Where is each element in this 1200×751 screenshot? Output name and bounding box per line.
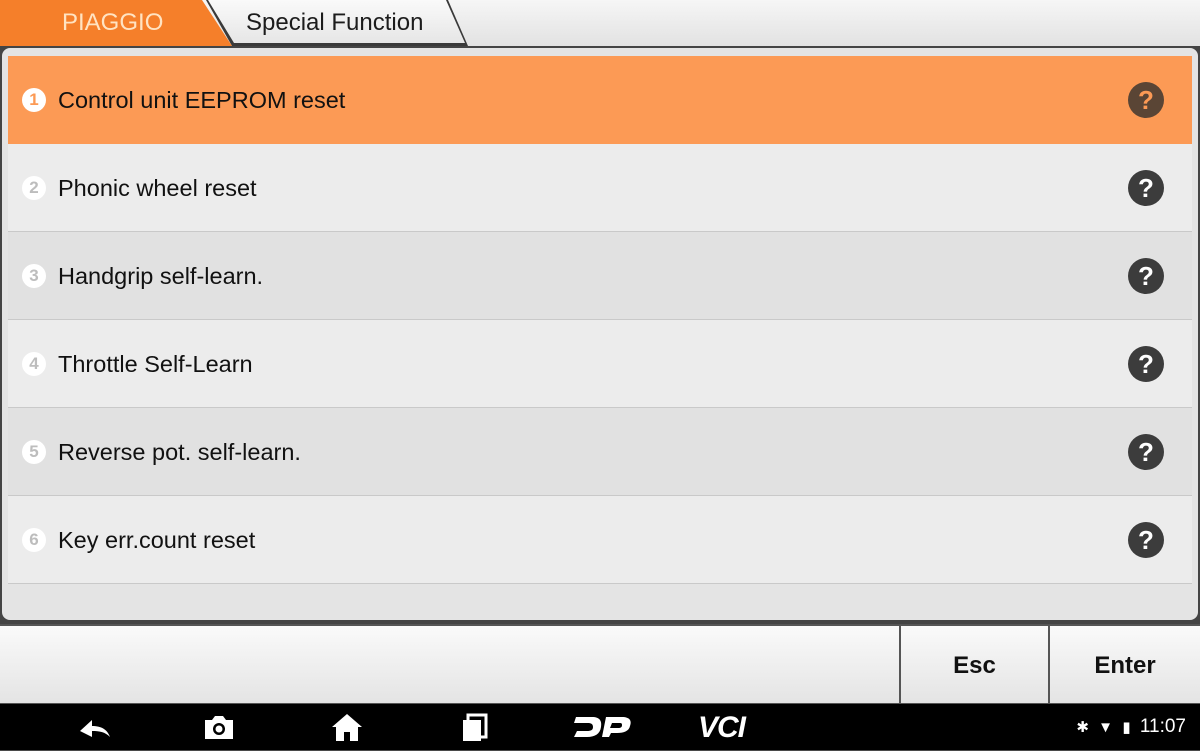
item-label: Control unit EEPROM reset bbox=[58, 87, 346, 113]
bluetooth-icon: ✱ bbox=[1076, 719, 1089, 736]
breadcrumb-brand[interactable]: PIAGGIO bbox=[0, 0, 232, 46]
vci-icon[interactable]: VCI bbox=[698, 708, 746, 748]
item-label: Key err.count reset bbox=[58, 527, 256, 553]
status-bar: ✱ ▼ ▮ 11:07 bbox=[1076, 704, 1186, 750]
item-number: 6 bbox=[22, 528, 46, 552]
list-item-handgrip-self-learn[interactable]: 3 Handgrip self-learn. ? bbox=[8, 232, 1192, 320]
breadcrumb-brand-label: PIAGGIO bbox=[62, 9, 164, 36]
help-icon[interactable]: ? bbox=[1128, 258, 1164, 294]
wifi-icon: ▼ bbox=[1098, 719, 1114, 736]
enter-button[interactable]: Enter bbox=[1050, 626, 1200, 703]
item-label: Throttle Self-Learn bbox=[58, 351, 253, 377]
function-list-panel: 1 Control unit EEPROM reset ? 2 Phonic w… bbox=[0, 46, 1200, 624]
breadcrumb: PIAGGIO Special Function bbox=[0, 0, 1200, 46]
help-icon[interactable]: ? bbox=[1128, 170, 1164, 206]
action-bar-spacer bbox=[0, 626, 899, 703]
back-icon[interactable] bbox=[74, 711, 114, 743]
item-number: 4 bbox=[22, 352, 46, 376]
item-number: 2 bbox=[22, 176, 46, 200]
help-icon[interactable]: ? bbox=[1128, 522, 1164, 558]
list-item-throttle-self-learn[interactable]: 4 Throttle Self-Learn ? bbox=[8, 320, 1192, 408]
list-item-key-err-count-reset[interactable]: 6 Key err.count reset ? bbox=[8, 496, 1192, 584]
action-bar: Esc Enter bbox=[0, 624, 1200, 704]
item-label: Phonic wheel reset bbox=[58, 175, 257, 201]
list-item-phonic-wheel-reset[interactable]: 2 Phonic wheel reset ? bbox=[8, 144, 1192, 232]
item-number: 1 bbox=[22, 88, 46, 112]
clock: 11:07 bbox=[1139, 716, 1186, 737]
list-item-reverse-pot-self-learn[interactable]: 5 Reverse pot. self-learn. ? bbox=[8, 408, 1192, 496]
home-icon[interactable] bbox=[330, 711, 364, 743]
list-item-control-unit-eeprom-reset[interactable]: 1 Control unit EEPROM reset ? bbox=[8, 56, 1192, 144]
dp-logo-icon[interactable] bbox=[574, 711, 632, 743]
esc-button[interactable]: Esc bbox=[901, 626, 1048, 703]
screenshot-icon[interactable] bbox=[202, 711, 236, 743]
system-nav-bar: VCI ✱ ▼ ▮ 11:07 bbox=[0, 704, 1200, 750]
battery-icon: ▮ bbox=[1122, 719, 1131, 736]
help-icon[interactable]: ? bbox=[1128, 82, 1164, 118]
breadcrumb-current-page: Special Function bbox=[206, 0, 468, 46]
breadcrumb-page-label: Special Function bbox=[246, 9, 424, 36]
help-icon[interactable]: ? bbox=[1128, 346, 1164, 382]
item-number: 5 bbox=[22, 440, 46, 464]
item-label: Handgrip self-learn. bbox=[58, 263, 264, 289]
item-number: 3 bbox=[22, 264, 46, 288]
recent-apps-icon[interactable] bbox=[460, 711, 490, 743]
item-label: Reverse pot. self-learn. bbox=[58, 439, 301, 465]
function-list: 1 Control unit EEPROM reset ? 2 Phonic w… bbox=[8, 56, 1192, 584]
help-icon[interactable]: ? bbox=[1128, 434, 1164, 470]
